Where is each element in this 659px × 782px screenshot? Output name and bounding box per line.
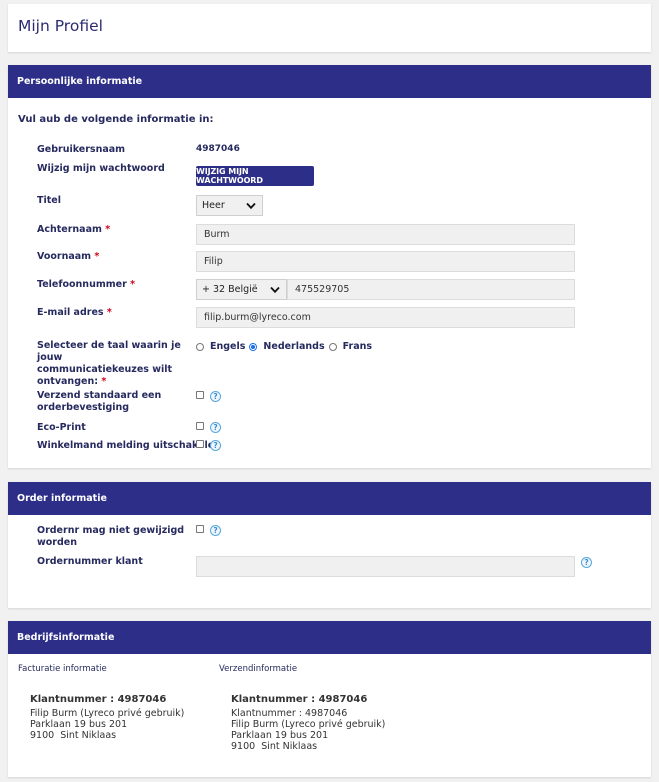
order-confirm-label-line-2: orderbevestiging [37, 402, 130, 413]
required-mark: * [130, 279, 136, 290]
company-info-header: Bedrijfsinformatie [8, 621, 651, 654]
ordernr-locked-checkbox[interactable] [196, 525, 204, 533]
chevron-down-icon [270, 286, 280, 293]
shipping-address: Klantnummer : 4987046 Klantnummer : 4987… [231, 694, 385, 752]
phone-country-select[interactable]: + 32 België [196, 279, 287, 300]
shipping-name: Filip Burm (Lyreco privé gebruik) [231, 719, 386, 730]
ordernr-locked-label: Ordernr mag niet gewijzigd worden [37, 525, 184, 549]
language-label-line-2: communicatiekeuzes wilt [37, 364, 173, 375]
shipping-customer-number: Klantnummer : 4987046 [231, 694, 368, 705]
language-label-line-3-text: ontvangen: [37, 376, 99, 387]
username-value: 4987046 [196, 144, 240, 154]
language-radio-nederlands[interactable] [249, 342, 258, 351]
personal-info-header: Persoonlijke informatie [8, 65, 651, 98]
password-label: Wijzig mijn wachtwoord [37, 163, 165, 174]
page-title-card: Mijn Profiel [8, 4, 651, 52]
language-label-line-3: ontvangen: * [37, 376, 192, 388]
order-info-card: Order informatie Ordernr mag niet gewijz… [8, 482, 651, 608]
chevron-down-icon [246, 202, 256, 209]
username-label: Gebruikersnaam [37, 144, 126, 155]
email-input[interactable]: filip.burm@lyreco.com [196, 307, 575, 328]
cart-notification-label: Winkelmand melding uitschakelen [37, 440, 221, 451]
shipping-title: Verzendinformatie [219, 664, 298, 674]
firstname-label-text: Voornaam [37, 251, 92, 262]
title-label: Titel [37, 195, 61, 206]
order-confirm-label-line-1: Verzend standaard een [37, 390, 162, 401]
order-info-title: Order informatie [17, 493, 107, 504]
firstname-input[interactable]: Filip [196, 251, 575, 272]
billing-city: 9100 Sint Niklaas [30, 730, 117, 741]
required-mark: * [106, 307, 112, 318]
help-icon[interactable]: ? [210, 440, 221, 451]
order-confirm-checkbox[interactable] [196, 391, 204, 399]
firstname-label: Voornaam * [37, 251, 99, 263]
intro-text: Vul aub de volgende informatie in: [18, 114, 214, 125]
billing-name: Filip Burm (Lyreco privé gebruik) [30, 708, 185, 719]
shipping-customer-number-line: Klantnummer : 4987046 [231, 708, 348, 719]
change-password-button[interactable]: WIJZIG MIJN WACHTWOORD [196, 166, 314, 186]
lastname-label-text: Achternaam [37, 224, 102, 235]
language-radio-engels[interactable] [196, 342, 204, 351]
phone-label-text: Telefoonnummer [37, 279, 127, 290]
phone-label: Telefoonnummer * [37, 279, 135, 291]
page-title: Mijn Profiel [18, 17, 103, 35]
language-option-engels[interactable]: Engels [210, 341, 245, 352]
ordernr-locked-label-line-2: worden [37, 537, 77, 548]
language-radio-frans[interactable] [328, 342, 337, 351]
billing-customer-number: Klantnummer : 4987046 [30, 694, 167, 705]
required-mark: * [101, 376, 107, 387]
title-select[interactable]: Heer [196, 195, 263, 216]
email-label: E-mail adres * [37, 307, 112, 319]
email-label-text: E-mail adres [37, 307, 104, 318]
order-info-header: Order informatie [8, 482, 651, 515]
language-label-line-1: Selecteer de taal waarin je jouw [37, 340, 181, 363]
cart-notification-checkbox[interactable] [196, 440, 204, 448]
billing-street: Parklaan 19 bus 201 [30, 719, 128, 730]
language-option-nederlands[interactable]: Nederlands [263, 341, 324, 352]
title-select-value: Heer [202, 200, 225, 211]
client-ordernr-input[interactable] [196, 556, 575, 577]
company-info-card: Bedrijfsinformatie Facturatie informatie… [8, 621, 651, 777]
help-icon[interactable]: ? [210, 422, 221, 433]
billing-title: Facturatie informatie [18, 664, 107, 674]
required-mark: * [94, 251, 100, 262]
shipping-city: 9100 Sint Niklaas [231, 741, 318, 752]
order-confirm-label: Verzend standaard een orderbevestiging [37, 390, 161, 414]
eco-print-checkbox[interactable] [196, 422, 204, 430]
eco-print-label: Eco-Print [37, 422, 86, 433]
company-info-title: Bedrijfsinformatie [17, 632, 115, 643]
lastname-label: Achternaam * [37, 224, 110, 236]
ordernr-locked-label-line-1: Ordernr mag niet gewijzigd [37, 525, 185, 536]
billing-address: Klantnummer : 4987046 Filip Burm (Lyreco… [30, 694, 184, 741]
help-icon[interactable]: ? [581, 557, 592, 568]
lastname-input[interactable]: Burm [196, 224, 575, 245]
help-icon[interactable]: ? [210, 525, 221, 536]
client-ordernr-label: Ordernummer klant [37, 556, 143, 567]
language-option-frans[interactable]: Frans [343, 341, 372, 352]
language-label: Selecteer de taal waarin je jouw communi… [37, 340, 192, 388]
personal-info-title: Persoonlijke informatie [17, 76, 143, 87]
help-icon[interactable]: ? [210, 391, 221, 402]
phone-input[interactable]: 475529705 [287, 279, 575, 300]
language-radio-group: Engels Nederlands Frans [196, 341, 372, 352]
required-mark: * [105, 224, 111, 235]
phone-country-value: + 32 België [202, 284, 258, 295]
shipping-street: Parklaan 19 bus 201 [231, 730, 329, 741]
personal-info-card: Persoonlijke informatie Vul aub de volge… [8, 65, 651, 468]
